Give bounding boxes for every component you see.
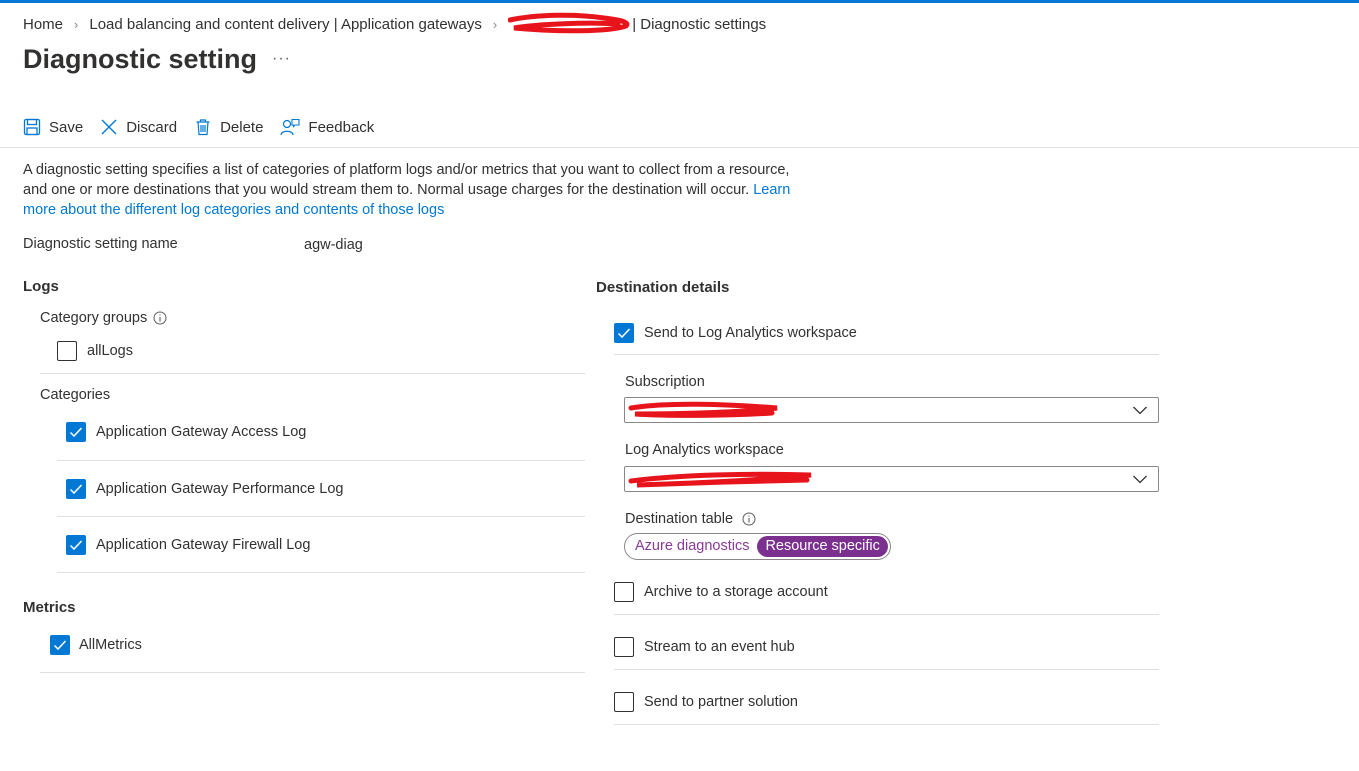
checkbox-checked[interactable] [66, 479, 86, 499]
feedback-person-icon [280, 118, 300, 136]
divider [57, 516, 585, 517]
category-label: Application Gateway Access Log [96, 424, 307, 440]
description-text: A diagnostic setting specifies a list of… [23, 162, 790, 198]
divider [40, 373, 585, 374]
feedback-label: Feedback [308, 118, 375, 136]
all-metrics-checkbox-row[interactable]: AllMetrics [50, 635, 142, 655]
metrics-heading: Metrics [23, 599, 76, 616]
breadcrumb-current-label: | Diagnostic settings [632, 15, 767, 33]
redaction-mark [628, 401, 778, 418]
divider [57, 460, 585, 461]
checkbox-checked[interactable] [614, 323, 634, 343]
checkbox[interactable] [57, 341, 77, 361]
chevron-down-icon [1133, 475, 1147, 484]
save-icon [23, 118, 41, 136]
all-logs-label: allLogs [87, 343, 133, 359]
close-icon [101, 119, 117, 135]
event-hub-label: Stream to an event hub [644, 639, 795, 655]
category-groups-text: Category groups [40, 310, 148, 326]
redaction-mark [628, 471, 812, 488]
destination-table-toggle: Azure diagnostics Resource specific [624, 533, 891, 560]
divider [614, 724, 1159, 725]
checkmark-icon [69, 484, 83, 495]
breadcrumb-current: | Diagnostic settings [508, 12, 767, 34]
toggle-azure-diagnostics[interactable]: Azure diagnostics [627, 536, 757, 557]
storage-checkbox-row[interactable]: Archive to a storage account [614, 582, 828, 602]
divider [57, 572, 585, 573]
discard-button[interactable]: Discard [100, 118, 177, 136]
all-logs-checkbox-row[interactable]: allLogs [57, 341, 133, 361]
checkbox-checked[interactable] [66, 535, 86, 555]
breadcrumb-separator-icon: › [74, 16, 79, 32]
breadcrumb-service[interactable]: Load balancing and content delivery | Ap… [89, 16, 482, 33]
checkbox[interactable] [614, 582, 634, 602]
feedback-button[interactable]: Feedback [280, 118, 374, 136]
setting-name-value: agw-diag [304, 237, 363, 253]
info-icon[interactable] [742, 512, 756, 526]
breadcrumb-separator-icon: › [492, 16, 498, 32]
top-accent-bar [0, 0, 1359, 3]
discard-label: Discard [126, 118, 178, 136]
delete-label: Delete [220, 118, 264, 136]
category-label: Application Gateway Performance Log [96, 481, 344, 497]
divider [40, 672, 585, 673]
workspace-label: Log Analytics workspace [625, 442, 784, 458]
command-bar: Save Discard Delete Feedback [23, 113, 391, 141]
setting-name-label: Diagnostic setting name [23, 236, 178, 252]
subscription-label: Subscription [625, 374, 705, 390]
redaction-mark [508, 12, 632, 34]
checkbox[interactable] [614, 692, 634, 712]
checkmark-icon [69, 540, 83, 551]
category-firewall-log-row[interactable]: Application Gateway Firewall Log [66, 535, 310, 555]
divider [614, 614, 1159, 615]
command-bar-divider [0, 147, 1359, 148]
breadcrumb-home[interactable]: Home [23, 16, 63, 33]
checkmark-icon [69, 427, 83, 438]
category-label: Application Gateway Firewall Log [96, 537, 311, 553]
category-access-log-row[interactable]: Application Gateway Access Log [66, 422, 306, 442]
save-button[interactable]: Save [23, 118, 83, 136]
save-label: Save [49, 118, 84, 136]
checkmark-icon [53, 640, 67, 651]
workspace-dropdown[interactable] [624, 466, 1159, 492]
more-options-button[interactable]: ··· [272, 50, 291, 68]
checkbox-checked[interactable] [66, 422, 86, 442]
destination-table-label: Destination table [625, 511, 756, 527]
checkbox-checked[interactable] [50, 635, 70, 655]
info-icon[interactable] [153, 311, 167, 325]
destination-heading: Destination details [596, 279, 730, 296]
log-analytics-checkbox-row[interactable]: Send to Log Analytics workspace [614, 323, 857, 343]
destination-table-text: Destination table [625, 511, 734, 527]
page-title: Diagnostic setting [23, 44, 258, 74]
divider [614, 669, 1159, 670]
event-hub-checkbox-row[interactable]: Stream to an event hub [614, 637, 795, 657]
partner-label: Send to partner solution [644, 694, 798, 710]
description: A diagnostic setting specifies a list of… [23, 160, 813, 220]
trash-icon [196, 119, 210, 136]
subscription-dropdown[interactable] [624, 397, 1159, 423]
all-metrics-label: AllMetrics [79, 637, 142, 653]
category-groups-label: Category groups [40, 310, 167, 326]
categories-label: Categories [40, 387, 111, 403]
storage-label: Archive to a storage account [644, 584, 828, 600]
chevron-down-icon [1133, 406, 1147, 415]
logs-heading: Logs [23, 278, 59, 295]
delete-button[interactable]: Delete [194, 118, 263, 136]
category-performance-log-row[interactable]: Application Gateway Performance Log [66, 479, 343, 499]
breadcrumb: Home › Load balancing and content delive… [23, 12, 767, 34]
toggle-resource-specific[interactable]: Resource specific [757, 536, 888, 557]
checkbox[interactable] [614, 637, 634, 657]
divider [614, 354, 1159, 355]
partner-checkbox-row[interactable]: Send to partner solution [614, 692, 798, 712]
log-analytics-label: Send to Log Analytics workspace [644, 325, 857, 341]
checkmark-icon [617, 328, 631, 339]
